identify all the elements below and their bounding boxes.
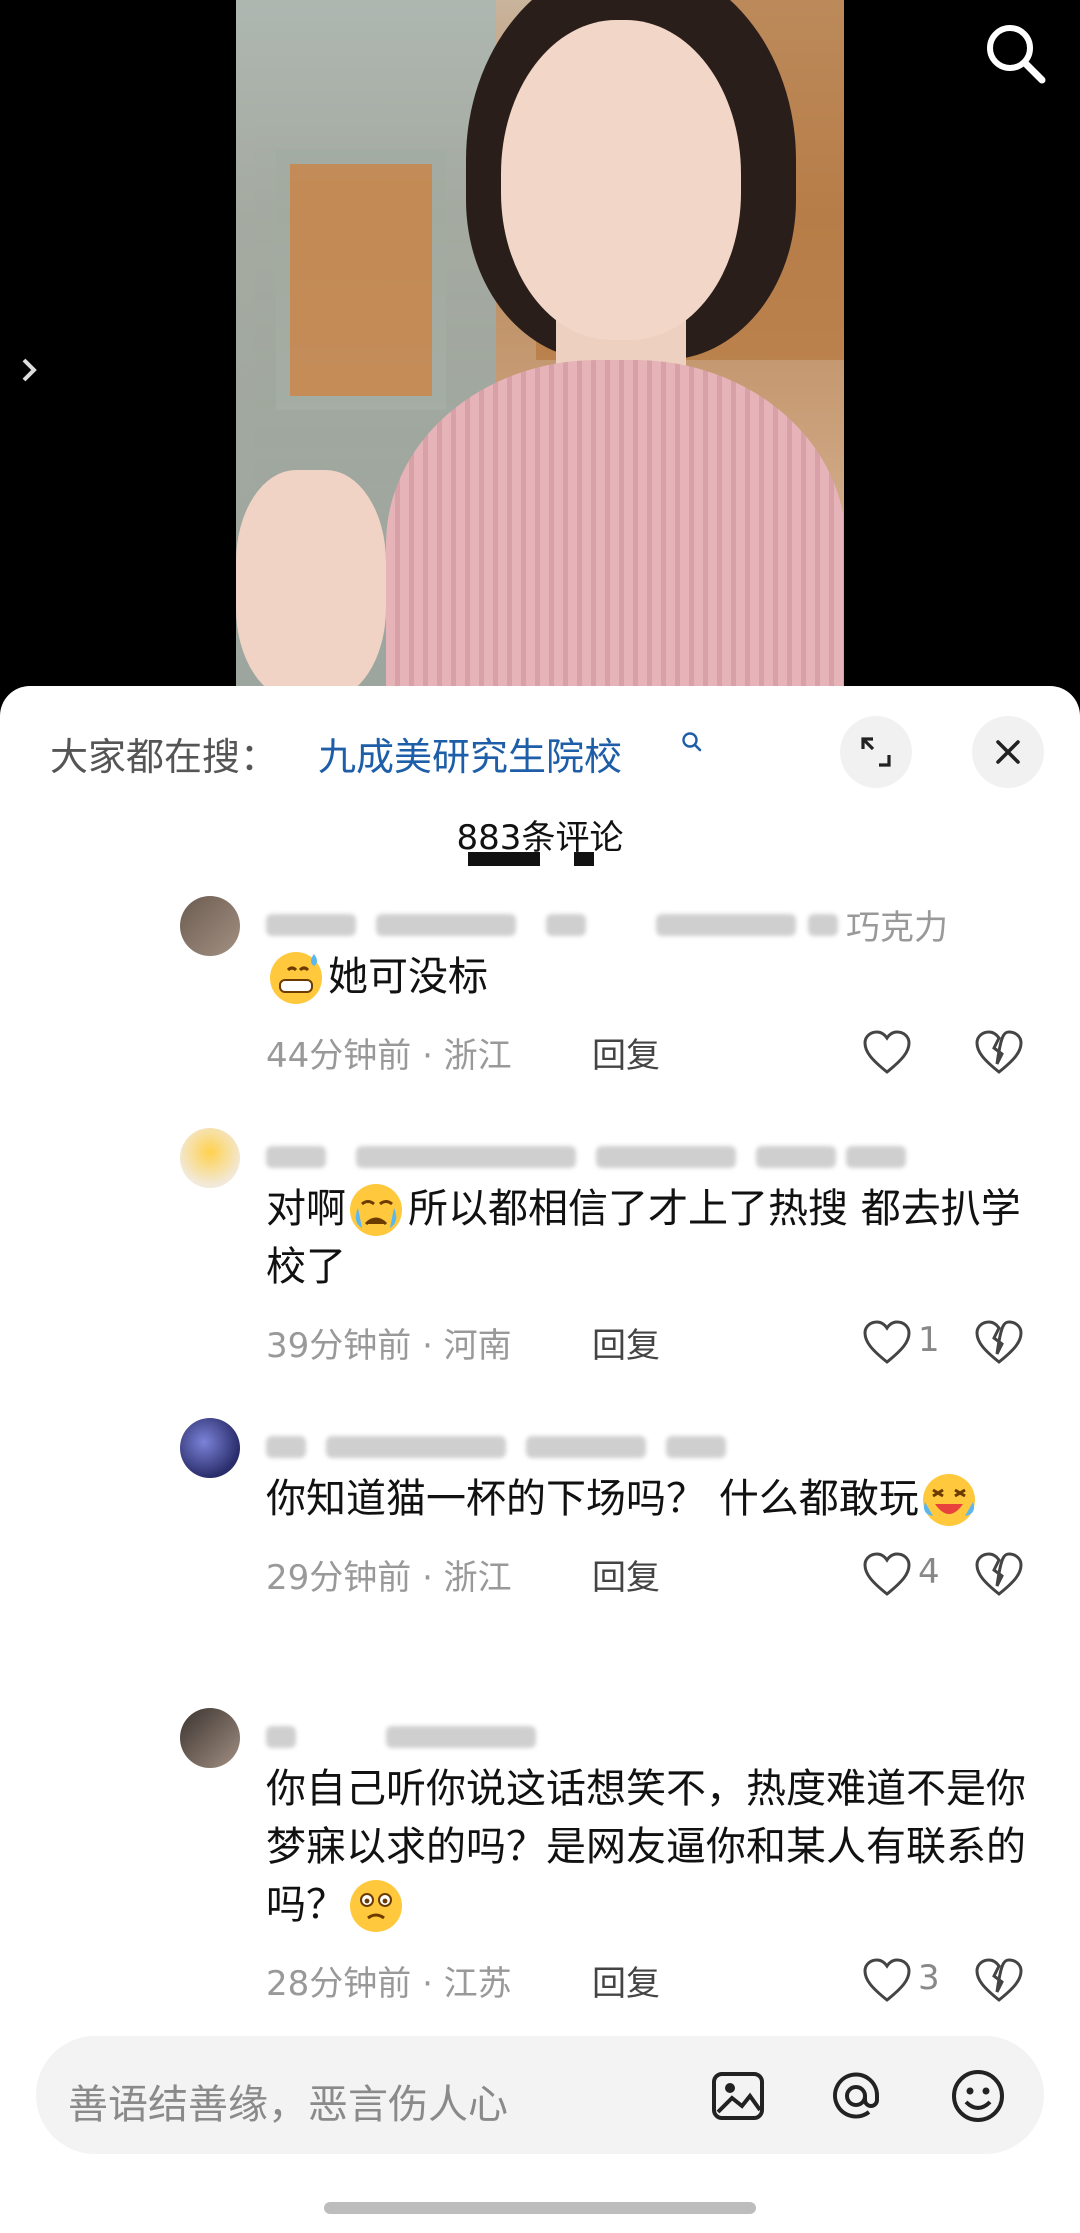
expand-button[interactable] — [840, 716, 912, 788]
comment-text: 你自己听你说这话想笑不，热度难道不是你梦寐以求的吗？是网友逼你和某人有联系的吗？ — [266, 1760, 1026, 1934]
crying-emoji — [346, 1180, 408, 1238]
close-button[interactable] — [972, 716, 1044, 788]
trending-prefix: 大家都在搜： — [50, 735, 279, 779]
reply-button[interactable]: 回复 — [592, 1550, 660, 1599]
time-location: 28分钟前 · 江苏 — [266, 1964, 512, 2004]
comment-meta: 28分钟前 · 江苏 回复 3 — [266, 1934, 1080, 2006]
like-count: 4 — [918, 1552, 940, 1592]
username[interactable] — [266, 1418, 1080, 1470]
comment-count: 883条评论 — [456, 818, 624, 858]
comment-meta: 44分钟前 · 浙江 回复 — [266, 1006, 1080, 1098]
like-button[interactable]: 3 — [832, 1954, 952, 2006]
broken-heart-icon[interactable] — [974, 1552, 1024, 1598]
comment-text: 你知道猫一杯的下场吗？ 什么都敢玩 — [266, 1470, 1026, 1528]
heart-icon — [863, 1552, 911, 1596]
like-button[interactable]: 1 — [832, 1316, 952, 1372]
image-icon[interactable] — [708, 2066, 768, 2126]
heart-icon — [863, 1320, 911, 1364]
heart-icon — [863, 1958, 911, 2002]
reply-button[interactable]: 回复 — [592, 1318, 660, 1367]
broken-heart-icon[interactable] — [974, 1030, 1024, 1076]
trending-query-link[interactable]: 九成美研究生院校 — [318, 726, 622, 781]
broken-heart-icon[interactable] — [974, 1958, 1024, 2004]
comment-text: 她可没标 — [266, 948, 1026, 1006]
search-icon[interactable] — [980, 18, 1050, 88]
avatar[interactable] — [180, 1418, 240, 1478]
comment-item: 对啊 所以都相信了才上了热搜 都去扒学校了 39分钟前 · 河南 回复 1 — [0, 1128, 1080, 1418]
at-icon[interactable] — [826, 2066, 886, 2126]
comment-list[interactable]: 巧克力 她可没标 44分钟前 · 浙江 回复 对啊 所以都相信了才上了热搜 都去… — [0, 896, 1080, 2006]
comment-meta: 29分钟前 · 浙江 回复 4 — [266, 1528, 1080, 1620]
time-location: 44分钟前 · 浙江 — [266, 1036, 512, 1076]
chevron-right-icon[interactable] — [14, 350, 44, 390]
laughing-crying-emoji — [919, 1470, 981, 1528]
emoji-icon[interactable] — [948, 2066, 1008, 2126]
comment-input[interactable]: 善语结善缘，恶言伤人心 — [36, 2036, 1044, 2154]
reply-button[interactable]: 回复 — [592, 1956, 660, 2005]
avatar[interactable] — [180, 1708, 240, 1768]
home-indicator — [324, 2202, 756, 2214]
time-location: 29分钟前 · 浙江 — [266, 1558, 512, 1598]
comment-text: 对啊 所以都相信了才上了热搜 都去扒学校了 — [266, 1180, 1026, 1296]
like-count: 1 — [918, 1320, 940, 1360]
video-frame — [236, 0, 844, 720]
username[interactable] — [266, 1128, 1080, 1180]
video-player[interactable] — [0, 0, 1080, 720]
expand-icon — [861, 737, 891, 767]
close-icon — [996, 740, 1020, 764]
sheet-header: 大家都在搜： 九成美研究生院校 — [0, 686, 1080, 796]
username[interactable]: 巧克力 — [266, 896, 1080, 948]
like-button[interactable]: 4 — [832, 1548, 952, 1604]
avatar[interactable] — [180, 1128, 240, 1188]
broken-heart-icon[interactable] — [974, 1320, 1024, 1366]
comment-item: 你知道猫一杯的下场吗？ 什么都敢玩 29分钟前 · 浙江 回复 4 — [0, 1418, 1080, 1708]
username[interactable] — [266, 1708, 1080, 1760]
comment-item: 巧克力 她可没标 44分钟前 · 浙江 回复 — [0, 896, 1080, 1128]
reply-button[interactable]: 回复 — [592, 1028, 660, 1077]
comment-meta: 39分钟前 · 河南 回复 1 — [266, 1296, 1080, 1388]
flustered-emoji — [346, 1876, 408, 1934]
heart-icon — [863, 1030, 911, 1074]
search-icon[interactable] — [680, 730, 704, 754]
like-count: 3 — [918, 1958, 940, 1998]
avatar[interactable] — [180, 896, 240, 956]
comment-item: 你自己听你说这话想笑不，热度难道不是你梦寐以求的吗？是网友逼你和某人有联系的吗？… — [0, 1708, 1080, 2006]
input-placeholder: 善语结善缘，恶言伤人心 — [68, 2082, 508, 2128]
username-text: 巧克力 — [846, 908, 948, 948]
comment-sheet: 大家都在搜： 九成美研究生院校 883条评论 巧克力 她可没标 44分钟前 · … — [0, 686, 1080, 2233]
like-button[interactable] — [832, 1026, 952, 1082]
grimace-sweat-emoji — [266, 948, 328, 1006]
time-location: 39分钟前 · 河南 — [266, 1326, 512, 1366]
redaction-bar — [574, 852, 594, 866]
redaction-bar — [468, 852, 540, 866]
